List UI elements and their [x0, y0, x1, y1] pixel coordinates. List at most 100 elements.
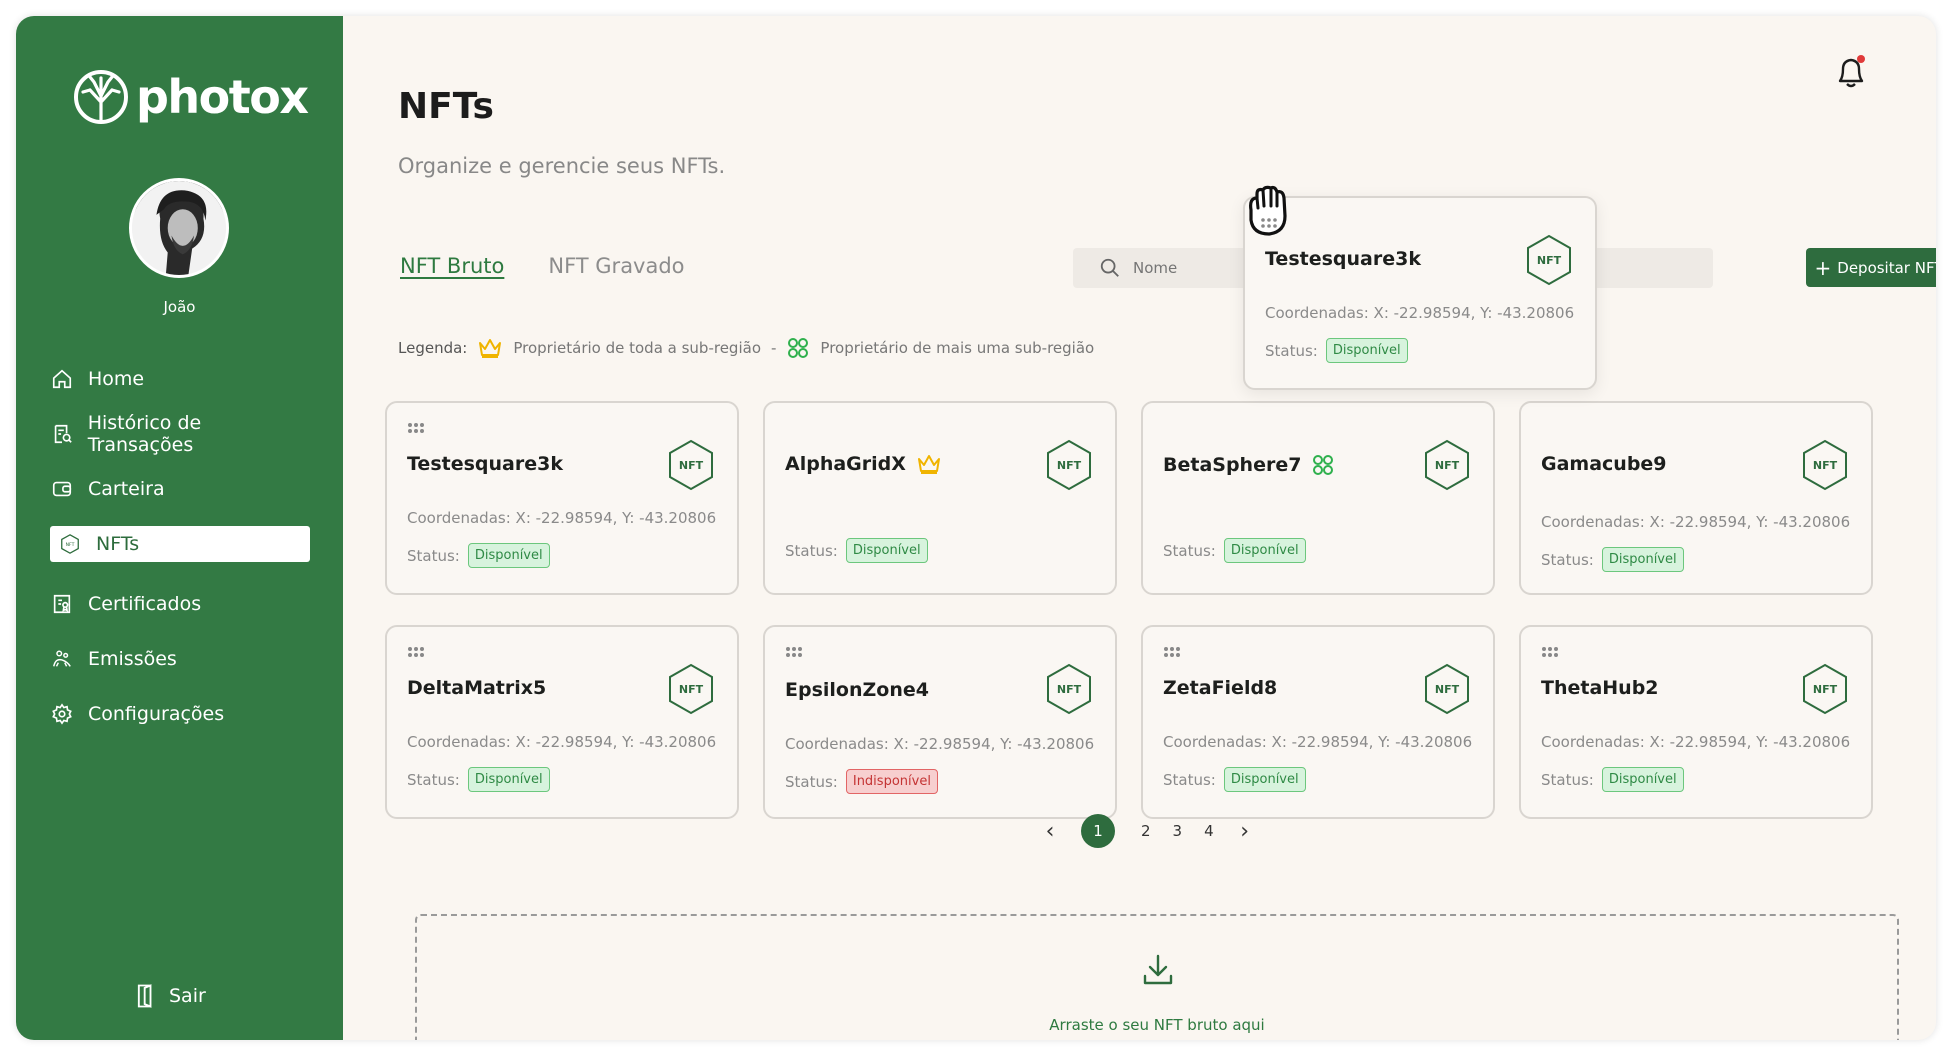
nft-name: DeltaMatrix5 [407, 677, 547, 699]
sidebar-item-label: Certificados [88, 593, 202, 615]
nft-card[interactable]: Testesquare3k NFT Coordenadas: X: -22.98… [385, 401, 739, 595]
drag-handle-icon[interactable] [1163, 645, 1183, 659]
grab-hand-cursor-icon [1249, 185, 1287, 236]
sidebar-item-settings[interactable]: Configurações [50, 696, 310, 732]
status-badge: Indisponível [845, 769, 938, 794]
sidebar-item-nfts[interactable]: NFT NFTs [50, 526, 310, 562]
svg-text:NFT: NFT [679, 683, 704, 696]
drag-handle-icon[interactable] [1541, 645, 1561, 659]
legend-separator: - [771, 339, 777, 357]
download-icon [1143, 954, 1173, 985]
nft-icon: NFT [58, 532, 82, 556]
nft-name: BetaSphere7 [1163, 453, 1335, 477]
home-icon [50, 367, 74, 391]
svg-text:NFT: NFT [1813, 683, 1838, 696]
sidebar-item-label: NFTs [96, 533, 140, 555]
sidebar-item-label: Emissões [88, 648, 177, 670]
nft-status: Status: Disponível [1541, 547, 1684, 572]
avatar[interactable] [129, 178, 229, 278]
drag-handle-icon[interactable] [407, 421, 427, 435]
hex-label: NFT [679, 459, 704, 472]
sidebar-item-transactions[interactable]: Histórico de Transações [50, 412, 310, 456]
user-name: João [163, 298, 196, 316]
dropzone-text: Arraste o seu NFT bruto aqui [1049, 1016, 1265, 1034]
svg-text:NFT: NFT [1057, 459, 1082, 472]
status-badge: Disponível [1223, 767, 1306, 792]
page-title: NFTs [398, 86, 494, 127]
gear-icon [50, 702, 74, 726]
nft-coordinates: Coordenadas: X: -22.98594, Y: -43.20806 [785, 735, 1095, 753]
crown-icon [479, 339, 502, 358]
nft-status: Status: Indisponível [785, 769, 938, 794]
nft-coordinates: Coordenadas: X: -22.98594, Y: -43.20806 [1541, 513, 1851, 531]
legend: Legenda: Proprietário de toda a sub-regi… [398, 336, 1094, 360]
chevron-left-icon[interactable]: ‹ [1041, 819, 1059, 844]
nft-name: EpsilonZone4 [785, 679, 929, 701]
receipt-search-icon [50, 422, 74, 446]
door-icon [137, 984, 152, 1008]
sidebar-item-home[interactable]: Home [50, 361, 310, 397]
brand-name: photox [136, 70, 309, 124]
crown-icon [917, 455, 940, 474]
legend-label: Legenda: [398, 339, 468, 357]
nft-status: Status: Disponível [1265, 338, 1408, 363]
search-icon [1100, 258, 1119, 277]
sidebar-item-certificates[interactable]: Certificados [50, 586, 310, 622]
logout-button[interactable]: Sair [133, 982, 206, 1010]
sidebar-item-wallet[interactable]: Carteira [50, 471, 310, 507]
notification-bell-icon[interactable] [1830, 51, 1872, 93]
status-badge: Disponível [1223, 538, 1306, 563]
nft-card[interactable]: EpsilonZone4 NFT Coordenadas: X: -22.985… [763, 625, 1117, 819]
nft-status: Status: Disponível [1163, 538, 1306, 563]
four-circles-icon [788, 338, 809, 358]
status-badge: Disponível [1601, 767, 1684, 792]
svg-text:NFT: NFT [1537, 254, 1562, 267]
page-button[interactable]: 2 [1141, 822, 1151, 840]
nft-card[interactable]: AlphaGridX NFT Status: Disponível [763, 401, 1117, 595]
nft-card[interactable]: Gamacube9 NFT Coordenadas: X: -22.98594,… [1519, 401, 1873, 595]
brand-logo[interactable]: photox [72, 68, 309, 126]
page-button[interactable]: 4 [1204, 822, 1214, 840]
status-badge: Disponível [467, 767, 550, 792]
sidebar-item-emissions[interactable]: Emissões [50, 641, 310, 677]
chevron-right-icon[interactable]: › [1236, 819, 1254, 844]
emissions-icon [50, 647, 74, 671]
sidebar-item-label: Home [88, 368, 145, 390]
drag-handle-icon[interactable] [785, 645, 805, 659]
nft-coordinates: Coordenadas: X: -22.98594, Y: -43.20806 [1265, 304, 1575, 322]
tab-nft-gravado[interactable]: NFT Gravado [548, 254, 684, 278]
main-content: NFTs Organize e gerencie seus NFTs. NFT … [343, 16, 1936, 1040]
sidebar-nav: Home Histórico de Transações Carteira NF… [50, 361, 310, 751]
page-button-current[interactable]: 1 [1081, 814, 1115, 848]
nft-hexagon-icon: NFT [1425, 439, 1469, 491]
nft-status: Status: Disponível [407, 543, 550, 568]
nft-hexagon-icon: NFT [1425, 663, 1469, 715]
nft-coordinates: Coordenadas: X: -22.98594, Y: -43.20806 [407, 509, 717, 527]
nft-name: AlphaGridX [785, 453, 942, 475]
deposit-nft-label: Depositar NFT [1837, 258, 1936, 277]
nft-coordinates: Coordenadas: X: -22.98594, Y: -43.20806 [407, 733, 717, 751]
drag-handle-icon[interactable] [407, 645, 427, 659]
svg-text:NFT: NFT [66, 542, 75, 548]
nft-status: Status: Disponível [407, 767, 550, 792]
nft-hexagon-icon: NFT [1803, 663, 1847, 715]
wallet-icon [50, 477, 74, 501]
nft-card[interactable]: DeltaMatrix5 NFT Coordenadas: X: -22.985… [385, 625, 739, 819]
legend-crown-text: Proprietário de toda a sub-região [513, 339, 761, 357]
nft-hexagon-icon: NFT [1527, 234, 1571, 286]
four-circles-icon [1313, 455, 1334, 475]
nft-status: Status: Disponível [785, 538, 928, 563]
tab-bar: NFT Bruto NFT Gravado [400, 254, 685, 278]
deposit-nft-button[interactable]: + Depositar NFT [1806, 248, 1936, 287]
nft-card[interactable]: BetaSphere7 NFT Status: Disponível [1141, 401, 1495, 595]
nft-status: Status: Disponível [1163, 767, 1306, 792]
page-button[interactable]: 3 [1173, 822, 1183, 840]
nft-card[interactable]: ThetaHub2 NFT Coordenadas: X: -22.98594,… [1519, 625, 1873, 819]
nft-coordinates: Coordenadas: X: -22.98594, Y: -43.20806 [1163, 733, 1473, 751]
tab-nft-bruto[interactable]: NFT Bruto [400, 254, 504, 278]
nft-dropzone[interactable]: Arraste o seu NFT bruto aqui [415, 914, 1899, 1040]
sidebar-item-label: Configurações [88, 703, 225, 725]
nft-card[interactable]: ZetaField8 NFT Coordenadas: X: -22.98594… [1141, 625, 1495, 819]
nft-name: Testesquare3k [1265, 248, 1421, 270]
pagination: ‹ 1 2 3 4 › [1041, 814, 1254, 848]
